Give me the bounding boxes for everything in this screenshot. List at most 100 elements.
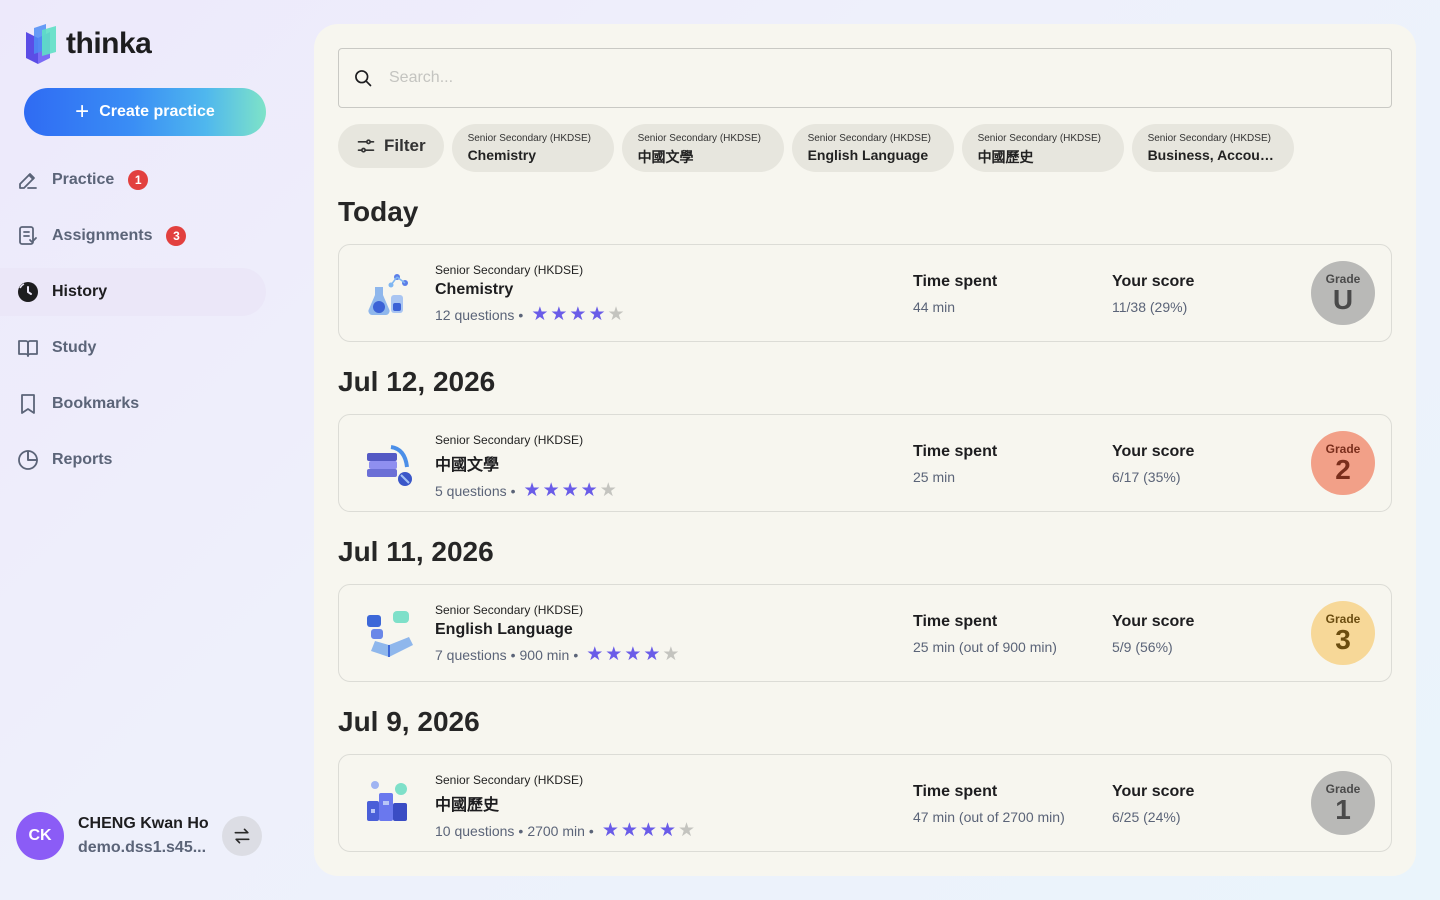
card-meta: 7 questions • 900 min • ★ ★ ★ ★ ★ — [435, 645, 679, 664]
time-spent: Time spent 25 min — [913, 443, 997, 485]
sidebar: thinka + Create practice Practice 1 Assi… — [0, 0, 290, 900]
sliders-icon — [357, 139, 375, 153]
sidebar-item-study[interactable]: Study — [0, 324, 266, 372]
card-info: Senior Secondary (HKDSE) English Languag… — [435, 603, 679, 664]
subject-chip-chemistry[interactable]: Senior Secondary (HKDSE) Chemistry — [451, 124, 614, 172]
history-card[interactable]: Senior Secondary (HKDSE) 中國歷史 10 questio… — [338, 754, 1392, 852]
chip-level: Senior Secondary (HKDSE) — [637, 133, 761, 144]
sidebar-item-label: Bookmarks — [52, 395, 140, 412]
star-filled-icon: ★ — [569, 304, 587, 325]
difficulty-stars: ★ ★ ★ ★ ★ — [586, 645, 679, 664]
time-spent-value: 25 min (out of 900 min) — [913, 639, 1057, 655]
filter-button[interactable]: Filter — [338, 124, 444, 168]
difficulty-stars: ★ ★ ★ ★ ★ — [602, 821, 695, 840]
subject-chip-chinese-history[interactable]: Senior Secondary (HKDSE) 中國歷史 — [961, 124, 1124, 172]
score-label: Your score — [1112, 273, 1195, 290]
score-value: 6/25 (24%) — [1112, 809, 1181, 825]
star-filled-icon: ★ — [624, 644, 642, 665]
search-bar[interactable] — [338, 48, 1392, 108]
score-value: 11/38 (29%) — [1112, 299, 1188, 315]
question-count: 5 questions — [435, 482, 507, 499]
sidebar-item-assignments[interactable]: Assignments 3 — [0, 212, 266, 260]
swap-arrows-icon — [234, 828, 250, 844]
grade-badge: Grade 1 — [1311, 771, 1375, 835]
grade-label: Grade — [1325, 781, 1361, 796]
books-icon — [367, 445, 412, 486]
date-heading: Jul 11, 2026 — [338, 536, 494, 567]
card-level: Senior Secondary (HKDSE) — [435, 773, 584, 787]
star-empty-icon: ★ — [662, 644, 680, 665]
star-filled-icon: ★ — [643, 644, 661, 665]
star-empty-icon: ★ — [678, 820, 696, 841]
sidebar-item-reports[interactable]: Reports — [0, 436, 266, 484]
meta-separator: • — [510, 646, 516, 663]
card-level: Senior Secondary (HKDSE) — [435, 603, 584, 617]
create-practice-button[interactable]: + Create practice — [24, 88, 266, 136]
history-panel: Filter Senior Secondary (HKDSE) Chemistr… — [314, 24, 1416, 876]
grade-value: 1 — [1335, 793, 1351, 825]
star-empty-icon: ★ — [599, 480, 617, 501]
logo[interactable]: thinka — [24, 24, 152, 64]
card-level: Senior Secondary (HKDSE) — [435, 433, 584, 447]
score-label: Your score — [1112, 783, 1195, 800]
history-card[interactable]: Senior Secondary (HKDSE) Chemistry 12 qu… — [338, 244, 1392, 342]
score-value: 6/17 (35%) — [1112, 469, 1181, 485]
card-subject: 中國文學 — [435, 457, 500, 474]
user-info: CHENG Kwan Ho demo.dss1.s45... — [78, 815, 209, 857]
sidebar-item-label: History — [52, 283, 108, 300]
history-card[interactable]: Senior Secondary (HKDSE) English Languag… — [338, 584, 1392, 682]
meta-separator: • — [510, 482, 516, 499]
grade-label: Grade — [1325, 271, 1361, 286]
score: Your score 6/25 (24%) — [1112, 783, 1194, 825]
history-card[interactable]: Senior Secondary (HKDSE) 中國文學 5 question… — [338, 414, 1392, 512]
clipboard-icon — [19, 226, 37, 245]
date-heading: Jul 12, 2026 — [338, 366, 496, 397]
subject-chip-business[interactable]: Senior Secondary (HKDSE) Business, Accou… — [1131, 124, 1294, 172]
grade-label: Grade — [1325, 611, 1361, 626]
score: Your score 6/17 (35%) — [1112, 443, 1194, 485]
subject-chip-english[interactable]: Senior Secondary (HKDSE) English Languag… — [791, 124, 954, 172]
star-filled-icon: ★ — [620, 820, 638, 841]
sidebar-item-bookmarks[interactable]: Bookmarks — [0, 380, 266, 428]
chip-subject: 中國歷史 — [977, 149, 1034, 165]
meta-separator: • — [518, 306, 524, 323]
avatar: CK — [16, 812, 64, 860]
user-name: CHENG Kwan Ho — [78, 815, 209, 832]
user-profile[interactable]: CK CHENG Kwan Ho demo.dss1.s45... — [16, 812, 209, 860]
grade-value: 3 — [1335, 623, 1351, 655]
score: Your score 11/38 (29%) — [1112, 273, 1194, 315]
pencil-icon — [19, 173, 37, 189]
time-spent-value: 44 min — [913, 299, 956, 315]
star-filled-icon: ★ — [658, 820, 676, 841]
search-input[interactable] — [389, 69, 1289, 87]
meta-separator: • — [573, 646, 579, 663]
sidebar-item-practice[interactable]: Practice 1 — [0, 156, 266, 204]
sidebar-item-label: Practice — [52, 171, 115, 188]
time-spent: Time spent 44 min — [913, 273, 997, 315]
question-count: 7 questions — [435, 646, 507, 663]
meta-separator: • — [588, 822, 594, 839]
score-label: Your score — [1112, 613, 1195, 630]
subject-chip-chinese-literature[interactable]: Senior Secondary (HKDSE) 中國文學 — [621, 124, 784, 172]
card-subject: English Language — [435, 621, 573, 638]
switch-account-button[interactable] — [222, 816, 262, 856]
star-filled-icon: ★ — [601, 820, 619, 841]
history-city-icon — [367, 781, 407, 821]
assignments-count-badge: 3 — [166, 226, 187, 246]
chip-level: Senior Secondary (HKDSE) — [467, 133, 591, 144]
sidebar-item-label: Study — [52, 339, 97, 356]
grade-badge: Grade 3 — [1311, 601, 1375, 665]
star-filled-icon: ★ — [580, 480, 598, 501]
book-open-icon — [18, 340, 38, 357]
create-practice-label: Create practice — [99, 103, 215, 120]
sidebar-item-history[interactable]: History — [0, 268, 266, 316]
card-info: Senior Secondary (HKDSE) Chemistry 12 qu… — [435, 263, 625, 324]
time-spent-label: Time spent — [913, 613, 998, 630]
star-filled-icon: ★ — [542, 480, 560, 501]
grade-value: 2 — [1335, 453, 1351, 485]
time-spent-value: 25 min — [913, 469, 956, 485]
sidebar-item-label: Assignments — [52, 227, 153, 244]
chip-level: Senior Secondary (HKDSE) — [1147, 133, 1271, 144]
star-filled-icon: ★ — [605, 644, 623, 665]
duration: 900 min — [519, 646, 570, 663]
